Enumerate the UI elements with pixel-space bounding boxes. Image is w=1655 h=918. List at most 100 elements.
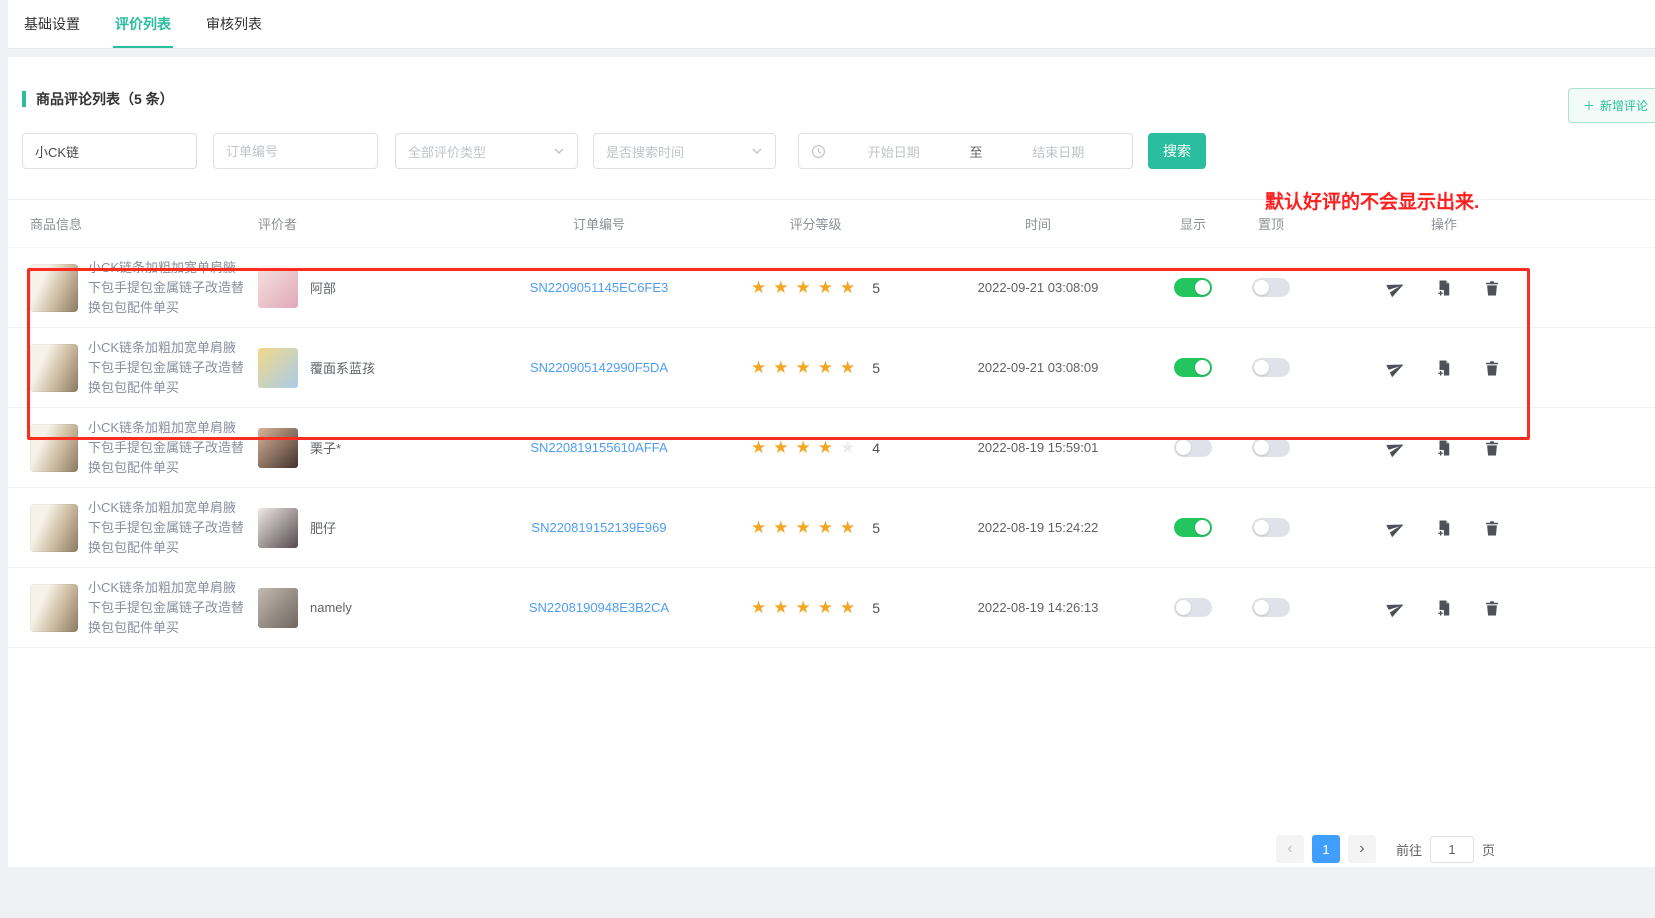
chevron-down-icon [751,145,763,157]
rating-value: 5 [872,520,880,536]
order-cell: SN220819152139E969 [490,520,708,535]
pin-toggle[interactable] [1252,518,1290,537]
delete-button[interactable] [1483,519,1501,537]
star-icon: ★ [840,278,855,297]
paper-plane-icon [1384,436,1408,460]
prev-page-button[interactable]: ‹ [1276,835,1304,863]
review-type-select[interactable]: 全部评价类型 [395,133,578,169]
star-icon: ★ [840,358,855,377]
order-number-link[interactable]: SN220819152139E969 [531,520,666,535]
add-file-button[interactable] [1435,359,1453,377]
delete-button[interactable] [1483,439,1501,457]
product-cell: 小CK链条加粗加宽单肩腋下包手提包金属链子改造替换包包配件单买 [30,418,258,478]
goto-page-input[interactable] [1430,836,1474,863]
pin-toggle[interactable] [1252,358,1290,377]
trash-icon [1483,439,1501,457]
order-number-link[interactable]: SN220819155610AFFA [530,440,667,455]
rating-value: 4 [872,440,880,456]
star-icon: ★ [751,358,766,377]
pinned-cell [1233,518,1309,537]
time-search-select[interactable]: 是否搜索时间 [593,133,776,169]
tab-review-list[interactable]: 评价列表 [113,0,173,48]
star-rating: ★★★★★ [751,438,862,458]
search-button[interactable]: 搜索 [1148,133,1206,169]
file-plus-icon [1435,599,1453,617]
delete-button[interactable] [1483,279,1501,297]
product-image [30,344,78,392]
product-cell: 小CK链条加粗加宽单肩腋下包手提包金属链子改造替换包包配件单买 [30,258,258,318]
order-number-link[interactable]: SN2209051145EC6FE3 [530,280,669,295]
pin-toggle[interactable] [1252,598,1290,617]
red-annotation-text: 默认好评的不会显示出来. [1265,187,1479,214]
col-header-rating: 评分等级 [708,214,923,233]
display-cell [1153,278,1233,297]
pagination: ‹ 1 › 前往 页 [1276,835,1495,863]
order-number-link[interactable]: SN2208190948E3B2CA [529,600,669,615]
review-list-panel: 商品评论列表（5 条） ＋ 新增评论 全部评价类型 是否搜索时间 开始日期 至 … [8,57,1655,867]
actions-cell [1309,279,1579,297]
send-reply-button[interactable] [1387,439,1405,457]
star-icon: ★ [795,278,810,297]
star-icon: ★ [795,358,810,377]
display-toggle[interactable] [1174,438,1212,457]
product-name: 小CK链条加粗加宽单肩腋下包手提包金属链子改造替换包包配件单买 [88,578,248,638]
reviewer-avatar [258,508,298,548]
col-header-product: 商品信息 [30,214,258,233]
date-range-picker[interactable]: 开始日期 至 结束日期 [798,133,1133,169]
send-reply-button[interactable] [1387,279,1405,297]
delete-button[interactable] [1483,599,1501,617]
star-icon: ★ [773,278,788,297]
trash-icon [1483,359,1501,377]
display-toggle[interactable] [1174,598,1212,617]
order-no-field-wrap [213,133,378,169]
time-cell: 2022-09-21 03:08:09 [923,360,1153,375]
rating-cell: ★★★★★ 5 [708,278,923,298]
tab-basic-settings[interactable]: 基础设置 [22,0,82,48]
file-plus-icon [1435,279,1453,297]
next-page-button[interactable]: › [1348,835,1376,863]
date-end-placeholder: 结束日期 [997,142,1121,161]
chevron-down-icon [553,145,565,157]
add-file-button[interactable] [1435,439,1453,457]
order-no-input[interactable] [226,144,365,159]
product-keyword-input[interactable] [35,144,184,159]
product-name: 小CK链条加粗加宽单肩腋下包手提包金属链子改造替换包包配件单买 [88,338,248,398]
pin-toggle[interactable] [1252,438,1290,457]
product-name: 小CK链条加粗加宽单肩腋下包手提包金属链子改造替换包包配件单买 [88,498,248,558]
paper-plane-icon [1384,516,1408,540]
add-file-button[interactable] [1435,519,1453,537]
tab-audit-list[interactable]: 审核列表 [204,0,264,48]
send-reply-button[interactable] [1387,519,1405,537]
product-image [30,584,78,632]
section-header: 商品评论列表（5 条） [8,57,1655,109]
order-number-link[interactable]: SN220905142990F5DA [530,360,668,375]
plus-icon: ＋ [1583,97,1595,114]
add-review-button[interactable]: ＋ 新增评论 [1568,88,1655,123]
product-cell: 小CK链条加粗加宽单肩腋下包手提包金属链子改造替换包包配件单买 [30,498,258,558]
page-1-button[interactable]: 1 [1312,835,1340,863]
product-image [30,424,78,472]
display-toggle[interactable] [1174,278,1212,297]
rating-cell: ★★★★★ 4 [708,438,923,458]
table-row: 小CK链条加粗加宽单肩腋下包手提包金属链子改造替换包包配件单买 覆面系蓝孩 SN… [8,328,1655,408]
col-header-time: 时间 [923,214,1153,233]
send-reply-button[interactable] [1387,599,1405,617]
add-file-button[interactable] [1435,599,1453,617]
pin-toggle[interactable] [1252,278,1290,297]
pinned-cell [1233,438,1309,457]
delete-button[interactable] [1483,359,1501,377]
paper-plane-icon [1384,356,1408,380]
table-row: 小CK链条加粗加宽单肩腋下包手提包金属链子改造替换包包配件单买 阿部 SN220… [8,248,1655,328]
add-file-button[interactable] [1435,279,1453,297]
display-toggle[interactable] [1174,358,1212,377]
display-cell [1153,358,1233,377]
display-toggle[interactable] [1174,518,1212,537]
star-icon: ★ [840,598,855,617]
star-icon: ★ [795,438,810,457]
star-icon: ★ [773,518,788,537]
goto-label: 前往 [1396,840,1422,859]
col-header-reviewer: 评价者 [258,214,490,233]
display-cell [1153,518,1233,537]
send-reply-button[interactable] [1387,359,1405,377]
time-cell: 2022-08-19 15:59:01 [923,440,1153,455]
